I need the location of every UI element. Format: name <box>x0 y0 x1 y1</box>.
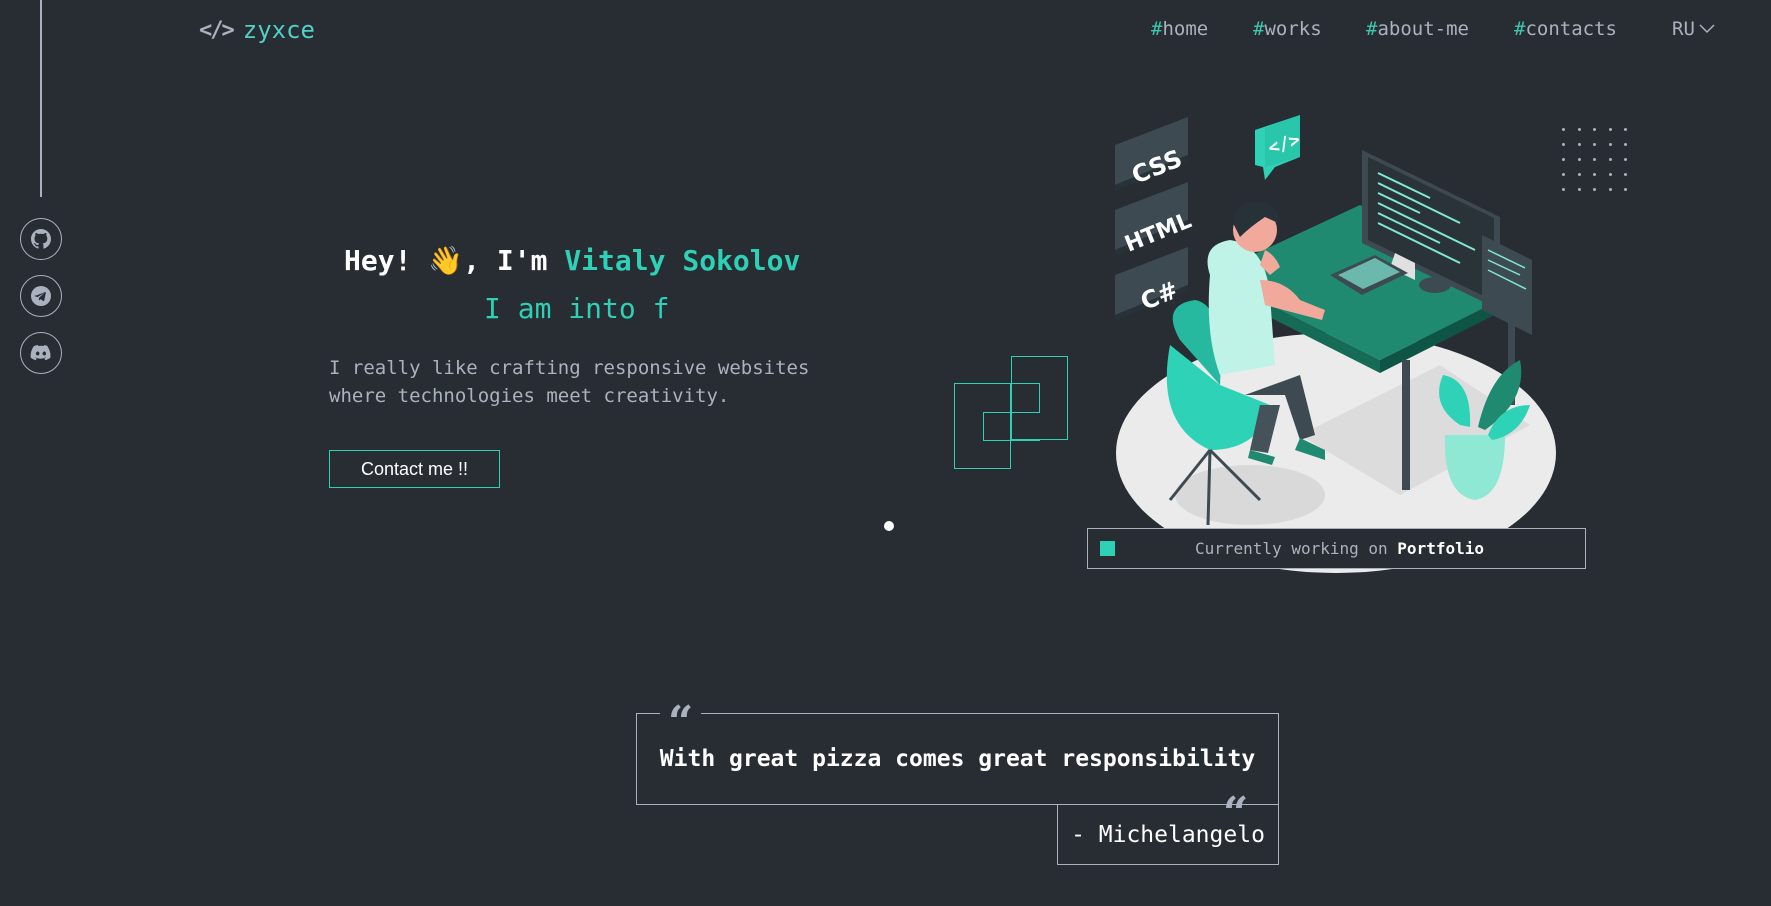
discord-icon <box>30 345 51 361</box>
hero-description: I really like crafting responsive websit… <box>329 357 810 407</box>
outline-square-decor <box>983 412 1040 441</box>
nav-home[interactable]: # home <box>1151 18 1208 40</box>
code-icon: </> <box>199 17 235 43</box>
social-rail-line <box>40 0 42 197</box>
language-selector[interactable]: RU <box>1672 18 1715 40</box>
wave-emoji: 👋 <box>428 244 464 277</box>
quote-text: With great pizza comes great responsibil… <box>659 746 1256 772</box>
nav-works[interactable]: # works <box>1253 18 1322 40</box>
contact-me-button[interactable]: Contact me !! <box>329 450 500 488</box>
language-label: RU <box>1672 18 1695 40</box>
status-indicator <box>1100 541 1115 556</box>
developer-illustration: </> CSS HTML C# <box>1115 115 1556 573</box>
dot-grid-decor <box>1562 128 1640 191</box>
current-project-status: Currently working on Portfolio <box>1087 528 1586 569</box>
hero-name: Vitaly Sokolov <box>564 244 801 277</box>
site-logo[interactable]: </> zyxce <box>199 16 315 44</box>
open-quote-icon: “ <box>660 703 702 727</box>
scroll-dot[interactable] <box>884 521 894 531</box>
outline-square-decor <box>954 383 1040 412</box>
status-prefix: Currently working on <box>1195 539 1388 558</box>
telegram-link[interactable] <box>20 275 62 317</box>
telegram-icon <box>31 286 51 306</box>
discord-link[interactable] <box>20 332 62 374</box>
hero-greeting: Hey! 👋, I'm Vitaly Sokolov <box>344 244 801 277</box>
github-icon <box>31 229 51 249</box>
quote-author: - Michelangelo <box>1057 804 1279 865</box>
quote-box: With great pizza comes great responsibil… <box>636 713 1279 805</box>
status-project: Portfolio <box>1397 539 1484 558</box>
typing-text: I am into f <box>484 292 670 325</box>
logo-text: zyxce <box>242 16 315 44</box>
chevron-down-icon <box>1699 24 1715 34</box>
nav-about-me[interactable]: # about-me <box>1366 18 1469 40</box>
nav-contacts[interactable]: # contacts <box>1514 18 1617 40</box>
github-link[interactable] <box>20 218 62 260</box>
